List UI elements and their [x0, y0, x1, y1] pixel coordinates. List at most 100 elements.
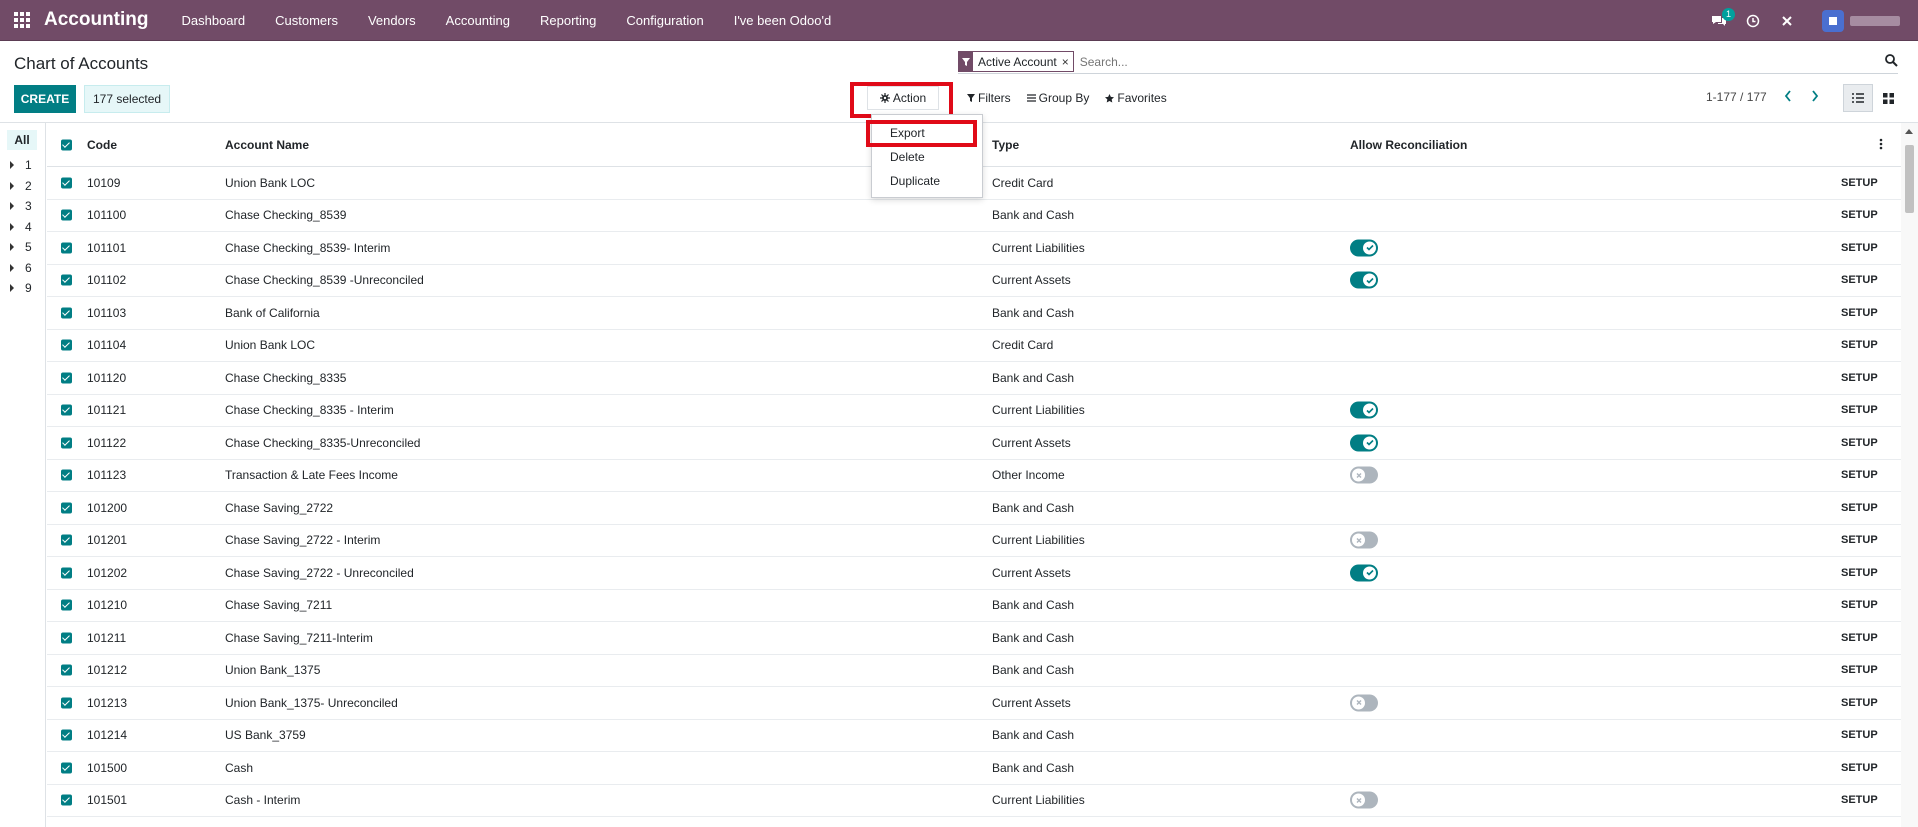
table-row[interactable]: 101103 Bank of California Bank and Cash SET…	[47, 297, 1901, 330]
table-row[interactable]: 101102 Chase Checking_8539 -Unreconciled C…	[47, 265, 1901, 297]
close-icon[interactable]	[1773, 0, 1801, 41]
vertical-scrollbar[interactable]	[1901, 123, 1918, 827]
apps-menu-icon[interactable]	[0, 0, 44, 41]
table-row[interactable]: 101213 Union Bank_1375- Unreconciled Curre…	[47, 687, 1901, 720]
row-checkbox[interactable]	[61, 437, 72, 449]
setup-button[interactable]: SETUP	[1841, 664, 1878, 676]
table-row[interactable]: 101201 Chase Saving_2722 - Interim Current…	[47, 525, 1901, 557]
menu-item-accounting[interactable]: Accounting	[431, 13, 525, 28]
filters-button[interactable]: Filters	[967, 91, 1011, 105]
sidebar-item-9[interactable]: 9	[10, 281, 32, 295]
sidebar-item-1[interactable]: 1	[10, 158, 32, 172]
sidebar-item-2[interactable]: 2	[10, 179, 32, 193]
setup-button[interactable]: SETUP	[1841, 762, 1878, 774]
setup-button[interactable]: SETUP	[1841, 534, 1878, 546]
row-checkbox[interactable]	[61, 469, 72, 481]
table-row[interactable]: 101210 Chase Saving_7211 Bank and Cash SETU…	[47, 590, 1901, 622]
setup-button[interactable]: SETUP	[1841, 307, 1878, 319]
setup-button[interactable]: SETUP	[1841, 729, 1878, 741]
column-header-name[interactable]: Account Name	[225, 138, 309, 152]
reconcile-toggle[interactable]	[1350, 271, 1378, 289]
table-row[interactable]: 101212 Union Bank_1375 Bank and Cash SETUP	[47, 655, 1901, 687]
scrollbar-thumb[interactable]	[1905, 145, 1914, 213]
table-row[interactable]: 101120 Chase Checking_8335 Bank and Cash SE…	[47, 362, 1901, 395]
row-checkbox[interactable]	[61, 209, 72, 221]
search-input[interactable]	[1079, 54, 1898, 69]
setup-button[interactable]: SETUP	[1841, 469, 1878, 481]
row-checkbox[interactable]	[61, 372, 72, 384]
pager-next-icon[interactable]	[1811, 90, 1819, 105]
row-checkbox[interactable]	[61, 307, 72, 319]
reconcile-toggle[interactable]	[1350, 401, 1378, 419]
pager-previous-icon[interactable]	[1784, 90, 1792, 105]
duplicate-menu-item[interactable]: Duplicate	[890, 174, 940, 188]
row-checkbox[interactable]	[61, 339, 72, 351]
row-checkbox[interactable]	[61, 404, 72, 416]
row-checkbox[interactable]	[61, 599, 72, 611]
setup-button[interactable]: SETUP	[1841, 567, 1878, 579]
list-view-button[interactable]	[1843, 84, 1873, 112]
setup-button[interactable]: SETUP	[1841, 339, 1878, 351]
sidebar-item-all[interactable]: All	[7, 130, 37, 150]
groupby-button[interactable]: Group By	[1026, 91, 1089, 105]
menu-item-dashboard[interactable]: Dashboard	[167, 13, 261, 28]
table-row[interactable]: 101122 Chase Checking_8335-Unreconciled Cu…	[47, 427, 1901, 460]
table-row[interactable]: 101123 Transaction & Late Fees Income Othe…	[47, 460, 1901, 492]
sidebar-item-3[interactable]: 3	[10, 199, 32, 213]
sidebar-item-5[interactable]: 5	[10, 240, 32, 254]
kanban-view-button[interactable]	[1873, 84, 1903, 112]
table-row[interactable]: 101121 Chase Checking_8335 - Interim Curre…	[47, 395, 1901, 427]
facet-remove-icon[interactable]: ×	[1062, 55, 1073, 69]
sidebar-item-4[interactable]: 4	[10, 220, 32, 234]
setup-button[interactable]: SETUP	[1841, 632, 1878, 644]
column-header-type[interactable]: Type	[992, 138, 1019, 152]
reconcile-toggle[interactable]	[1350, 239, 1378, 257]
table-row[interactable]: 101202 Chase Saving_2722 - Unreconciled Cu…	[47, 557, 1901, 590]
app-name[interactable]: Accounting	[44, 9, 149, 31]
setup-button[interactable]: SETUP	[1841, 502, 1878, 514]
column-header-reconcile[interactable]: Allow Reconciliation	[1350, 138, 1467, 152]
reconcile-toggle[interactable]	[1350, 791, 1378, 809]
reconcile-toggle[interactable]	[1350, 434, 1378, 452]
row-checkbox[interactable]	[61, 697, 72, 709]
setup-button[interactable]: SETUP	[1841, 177, 1878, 189]
row-checkbox[interactable]	[61, 177, 72, 189]
row-checkbox[interactable]	[61, 632, 72, 644]
row-checkbox[interactable]	[61, 729, 72, 741]
row-checkbox[interactable]	[61, 567, 72, 579]
table-row[interactable]: 101104 Union Bank LOC Credit Card SETUP	[47, 330, 1901, 362]
user-name-redacted[interactable]	[1850, 15, 1900, 26]
table-row[interactable]: 101100 Chase Checking_8539 Bank and Cash SE…	[47, 200, 1901, 232]
column-header-code[interactable]: Code	[87, 138, 117, 152]
reconcile-toggle[interactable]	[1350, 694, 1378, 712]
row-checkbox[interactable]	[61, 502, 72, 514]
setup-button[interactable]: SETUP	[1841, 242, 1878, 254]
row-checkbox[interactable]	[61, 242, 72, 254]
table-row[interactable]: 101101 Chase Checking_8539- Interim Curren…	[47, 232, 1901, 265]
setup-button[interactable]: SETUP	[1841, 697, 1878, 709]
select-all-checkbox[interactable]	[61, 139, 72, 150]
menu-item-reporting[interactable]: Reporting	[525, 13, 611, 28]
user-avatar[interactable]	[1822, 9, 1844, 32]
setup-button[interactable]: SETUP	[1841, 274, 1878, 286]
table-row[interactable]: 101200 Chase Saving_2722 Bank and Cash SETU…	[47, 492, 1901, 525]
create-button[interactable]: CREATE	[14, 85, 76, 113]
reconcile-toggle[interactable]	[1350, 466, 1378, 484]
chat-icon[interactable]: 1	[1705, 0, 1735, 41]
row-checkbox[interactable]	[61, 794, 72, 806]
setup-button[interactable]: SETUP	[1841, 209, 1878, 221]
row-checkbox[interactable]	[61, 664, 72, 676]
reconcile-toggle[interactable]	[1350, 564, 1378, 582]
setup-button[interactable]: SETUP	[1841, 599, 1878, 611]
setup-button[interactable]: SETUP	[1841, 437, 1878, 449]
search-icon[interactable]	[1885, 54, 1898, 70]
reconcile-toggle[interactable]	[1350, 531, 1378, 549]
row-checkbox[interactable]	[61, 762, 72, 774]
setup-button[interactable]: SETUP	[1841, 372, 1878, 384]
setup-button[interactable]: SETUP	[1841, 404, 1878, 416]
filter-facet[interactable]: Active Account ×	[958, 51, 1074, 72]
table-row[interactable]: 101211 Chase Saving_7211-Interim Bank and …	[47, 622, 1901, 655]
activity-clock-icon[interactable]	[1739, 0, 1767, 41]
delete-menu-item[interactable]: Delete	[890, 150, 925, 164]
favorites-button[interactable]: Favorites	[1105, 91, 1167, 105]
